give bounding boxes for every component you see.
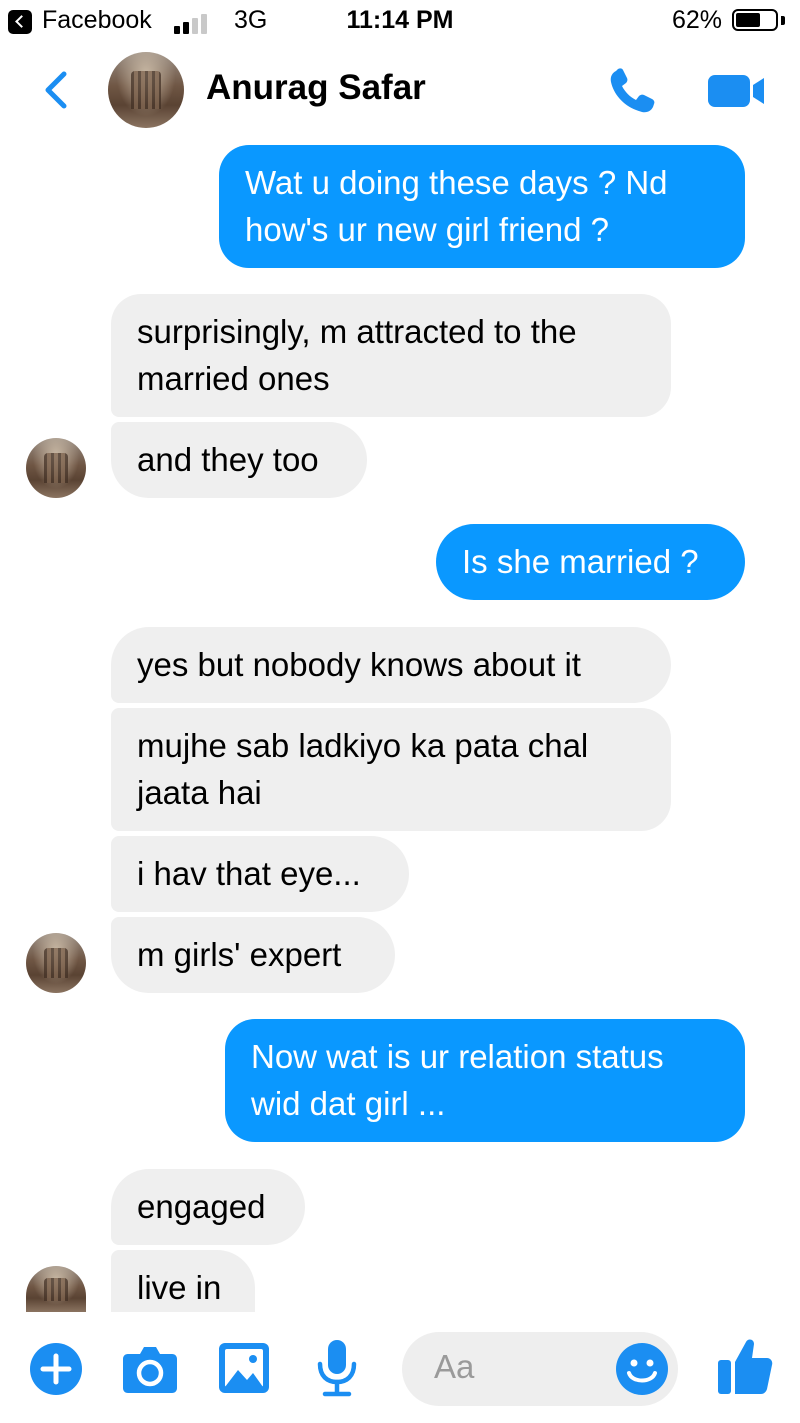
status-bar: Facebook 3G 11:14 PM 62% bbox=[0, 0, 800, 44]
composer-bar: Aa bbox=[0, 1312, 800, 1423]
contact-avatar[interactable] bbox=[108, 52, 184, 128]
emoji-icon[interactable] bbox=[616, 1343, 668, 1395]
camera-icon[interactable] bbox=[122, 1342, 178, 1394]
message-line: surprisingly, m attracted to the bbox=[137, 313, 577, 350]
battery-icon bbox=[732, 9, 778, 31]
message-bubble-incoming[interactable]: surprisingly, m attracted to the married… bbox=[111, 294, 671, 417]
message-bubble-outgoing[interactable]: Now wat is ur relation status wid dat gi… bbox=[225, 1019, 745, 1142]
message-line: wid dat girl ... bbox=[251, 1085, 446, 1122]
sender-avatar[interactable] bbox=[26, 438, 86, 498]
photo-gallery-icon[interactable] bbox=[218, 1342, 270, 1394]
message-line: live in bbox=[137, 1269, 222, 1306]
message-bubble-incoming[interactable]: m girls' expert bbox=[111, 917, 395, 993]
message-line: how's ur new girl friend ? bbox=[245, 211, 609, 248]
plus-icon[interactable] bbox=[30, 1343, 82, 1395]
message-line: and they too bbox=[137, 441, 319, 478]
message-line: mujhe sab ladkiyo ka pata chal bbox=[137, 727, 589, 764]
conversation-header: Anurag Safar bbox=[0, 44, 800, 136]
message-bubble-incoming[interactable]: mujhe sab ladkiyo ka pata chal jaata hai bbox=[111, 708, 671, 831]
message-bubble-incoming[interactable]: live in bbox=[111, 1250, 255, 1312]
message-line: engaged bbox=[137, 1188, 266, 1225]
microphone-icon[interactable] bbox=[316, 1338, 358, 1400]
message-bubble-incoming[interactable]: i hav that eye... bbox=[111, 836, 409, 912]
message-line: i hav that eye... bbox=[137, 855, 361, 892]
message-bubble-incoming[interactable]: engaged bbox=[111, 1169, 305, 1245]
contact-name[interactable]: Anurag Safar bbox=[206, 68, 426, 108]
sender-avatar[interactable] bbox=[26, 1266, 86, 1312]
message-bubble-outgoing[interactable]: Is she married ? bbox=[436, 524, 745, 600]
message-line: married ones bbox=[137, 360, 330, 397]
thumbs-up-icon[interactable] bbox=[716, 1336, 774, 1396]
message-bubble-outgoing[interactable]: Wat u doing these days ? Nd how's ur new… bbox=[219, 145, 745, 268]
message-line: jaata hai bbox=[137, 774, 262, 811]
message-line: Now wat is ur relation status bbox=[251, 1038, 664, 1075]
phone-call-icon[interactable] bbox=[606, 66, 662, 116]
message-input[interactable]: Aa bbox=[402, 1332, 678, 1406]
message-bubble-incoming[interactable]: yes but nobody knows about it bbox=[111, 627, 671, 703]
video-call-icon[interactable] bbox=[706, 70, 768, 112]
sender-avatar[interactable] bbox=[26, 933, 86, 993]
message-input-placeholder: Aa bbox=[434, 1348, 475, 1385]
message-bubble-incoming[interactable]: and they too bbox=[111, 422, 367, 498]
back-chevron-icon[interactable] bbox=[38, 68, 74, 112]
message-line: m girls' expert bbox=[137, 936, 342, 973]
battery-tip bbox=[781, 16, 785, 25]
message-line: yes but nobody knows about it bbox=[137, 646, 581, 683]
message-line: Wat u doing these days ? Nd bbox=[245, 164, 668, 201]
message-line: Is she married ? bbox=[462, 543, 699, 580]
battery-percent: 62% bbox=[672, 6, 723, 34]
